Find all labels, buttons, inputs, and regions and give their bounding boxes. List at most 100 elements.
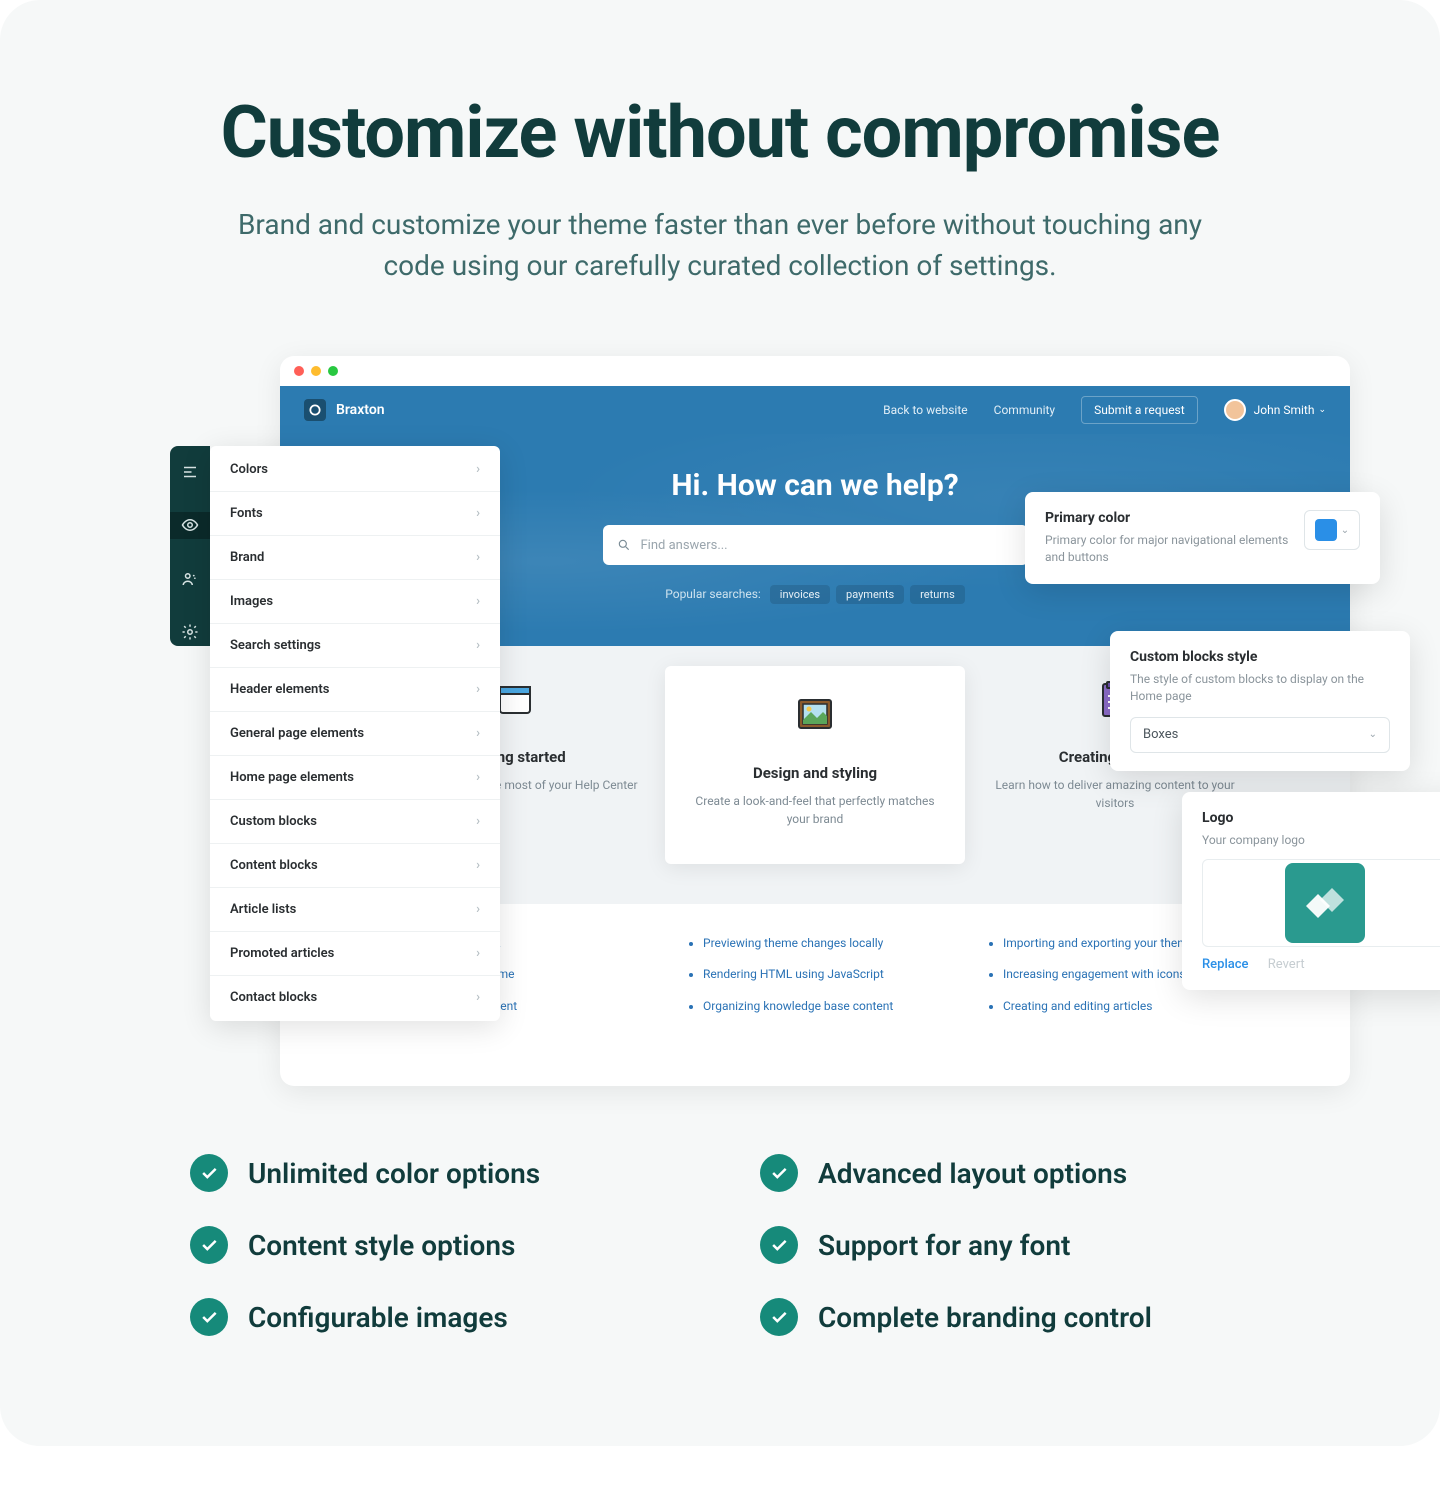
feature-card[interactable]: Design and stylingCreate a look-and-feel… — [665, 666, 965, 864]
panel-item-brand[interactable]: Brand › — [210, 536, 500, 580]
rail-item-users[interactable] — [170, 565, 210, 593]
panel-item-label: Promoted articles — [230, 946, 334, 961]
search-tag[interactable]: invoices — [770, 585, 830, 604]
chevron-right-icon: › — [476, 902, 480, 917]
search-input[interactable]: Find answers... — [603, 525, 1028, 565]
links-column: Previewing theme changes locallyRenderin… — [665, 928, 965, 1022]
feature-label: Configurable images — [248, 1301, 508, 1334]
logo-replace-link[interactable]: Replace — [1202, 957, 1249, 972]
card-icon — [793, 696, 837, 736]
rail-item-settings[interactable] — [170, 619, 210, 647]
check-icon — [760, 1154, 798, 1192]
check-icon — [190, 1226, 228, 1264]
chevron-down-icon: ⌄ — [1369, 729, 1377, 740]
user-name[interactable]: John Smith — [1254, 403, 1315, 417]
check-icon — [190, 1154, 228, 1192]
chevron-right-icon: › — [476, 990, 480, 1005]
panel-item-content-blocks[interactable]: Content blocks› — [210, 844, 500, 888]
panel-item-label: Colors — [230, 462, 268, 477]
feature-item: Advanced layout options — [760, 1154, 1250, 1192]
panel-item-label: Fonts — [230, 506, 263, 521]
panel-item-header-elements[interactable]: Header elements › — [210, 668, 500, 712]
panel-item-label: Custom blocks — [230, 814, 317, 829]
chevron-right-icon: › — [476, 858, 480, 873]
nav-back-link[interactable]: Back to website — [883, 403, 968, 417]
panel-item-home-page-elements[interactable]: Home page elements› — [210, 756, 500, 800]
chevron-down-icon: ⌄ — [1341, 525, 1349, 536]
popover-logo: Logo Your company logo Replace Revert — [1182, 792, 1440, 990]
logo-preview — [1202, 859, 1440, 947]
panel-item-custom-blocks[interactable]: Custom blocks› — [210, 800, 500, 844]
panel-item-label: General page elements — [230, 726, 364, 741]
popover-primary-color: Primary color Primary color for major na… — [1025, 492, 1380, 584]
nav-community-link[interactable]: Community — [994, 403, 1055, 417]
panel-item-label: Brand — [230, 550, 264, 565]
select-value: Boxes — [1143, 727, 1178, 742]
panel-item-label: Home page elements — [230, 770, 354, 785]
panel-item-label: Header elements — [230, 682, 329, 697]
panel-item-images[interactable]: Images › — [210, 580, 500, 624]
article-link[interactable]: Creating and editing articles — [1003, 991, 1243, 1022]
feature-label: Content style options — [248, 1229, 515, 1262]
editor-rail — [170, 446, 210, 646]
search-tag[interactable]: returns — [910, 585, 965, 604]
popular-label: Popular searches: — [665, 587, 761, 601]
article-link[interactable]: Rendering HTML using JavaScript — [703, 959, 943, 990]
panel-item-article-lists[interactable]: Article lists› — [210, 888, 500, 932]
pop-logo-title: Logo — [1202, 810, 1440, 826]
search-placeholder: Find answers... — [641, 538, 728, 553]
feature-label: Advanced layout options — [818, 1157, 1127, 1190]
submit-request-button[interactable]: Submit a request — [1081, 396, 1198, 424]
site-header: Braxton Back to website Community Submit… — [280, 386, 1350, 434]
search-tag[interactable]: payments — [836, 585, 904, 604]
gear-icon — [181, 623, 199, 641]
pop-blocks-title: Custom blocks style — [1130, 649, 1390, 665]
check-icon — [190, 1298, 228, 1336]
chevron-right-icon: › — [476, 594, 480, 609]
chevron-right-icon: › — [476, 462, 480, 477]
article-link[interactable]: Organizing knowledge base content — [703, 991, 943, 1022]
minimize-dot-icon — [311, 366, 321, 376]
panel-item-label: Search settings — [230, 638, 321, 653]
color-picker[interactable]: ⌄ — [1304, 510, 1360, 550]
brand-logo-icon — [304, 399, 326, 421]
panel-item-label: Images — [230, 594, 273, 609]
feature-label: Complete branding control — [818, 1301, 1152, 1334]
feature-item: Complete branding control — [760, 1298, 1250, 1336]
chevron-right-icon: › — [476, 506, 480, 521]
rail-item-preview[interactable] — [170, 512, 210, 540]
blocks-style-select[interactable]: Boxes ⌄ — [1130, 717, 1390, 753]
feature-label: Unlimited color options — [248, 1157, 540, 1190]
eye-icon — [181, 516, 199, 534]
panel-item-label: Contact blocks — [230, 990, 317, 1005]
layers-icon — [181, 463, 199, 481]
color-swatch — [1315, 519, 1337, 541]
panel-item-search-settings[interactable]: Search settings › — [210, 624, 500, 668]
browser-traffic-lights — [280, 356, 1350, 386]
feature-item: Content style options — [190, 1226, 680, 1264]
avatar[interactable] — [1224, 399, 1246, 421]
chevron-right-icon: › — [476, 946, 480, 961]
panel-item-fonts[interactable]: Fonts › — [210, 492, 500, 536]
panel-item-general-page-elements[interactable]: General page elements › — [210, 712, 500, 756]
popover-custom-blocks: Custom blocks style The style of custom … — [1110, 631, 1410, 771]
settings-panel: Colors›Fonts›Brand›Images›Search setting… — [210, 446, 500, 1021]
page-subtitle: Brand and customize your theme faster th… — [210, 205, 1230, 286]
feature-item: Unlimited color options — [190, 1154, 680, 1192]
chevron-right-icon: › — [476, 550, 480, 565]
rail-item-layers[interactable] — [170, 458, 210, 486]
feature-item: Configurable images — [190, 1298, 680, 1336]
logo-mark-icon — [1285, 863, 1365, 943]
panel-item-colors[interactable]: Colors › — [210, 448, 500, 492]
chevron-right-icon: › — [476, 638, 480, 653]
logo-revert-link[interactable]: Revert — [1268, 957, 1305, 972]
pop-color-title: Primary color — [1045, 510, 1290, 526]
article-link[interactable]: Previewing theme changes locally — [703, 928, 943, 959]
chevron-right-icon: › — [476, 682, 480, 697]
users-icon — [181, 570, 199, 588]
panel-item-promoted-articles[interactable]: Promoted articles › — [210, 932, 500, 976]
pop-blocks-desc: The style of custom blocks to display on… — [1130, 671, 1390, 705]
chevron-right-icon: › — [476, 726, 480, 741]
pop-logo-desc: Your company logo — [1202, 832, 1440, 849]
panel-item-contact-blocks[interactable]: Contact blocks › — [210, 976, 500, 1019]
